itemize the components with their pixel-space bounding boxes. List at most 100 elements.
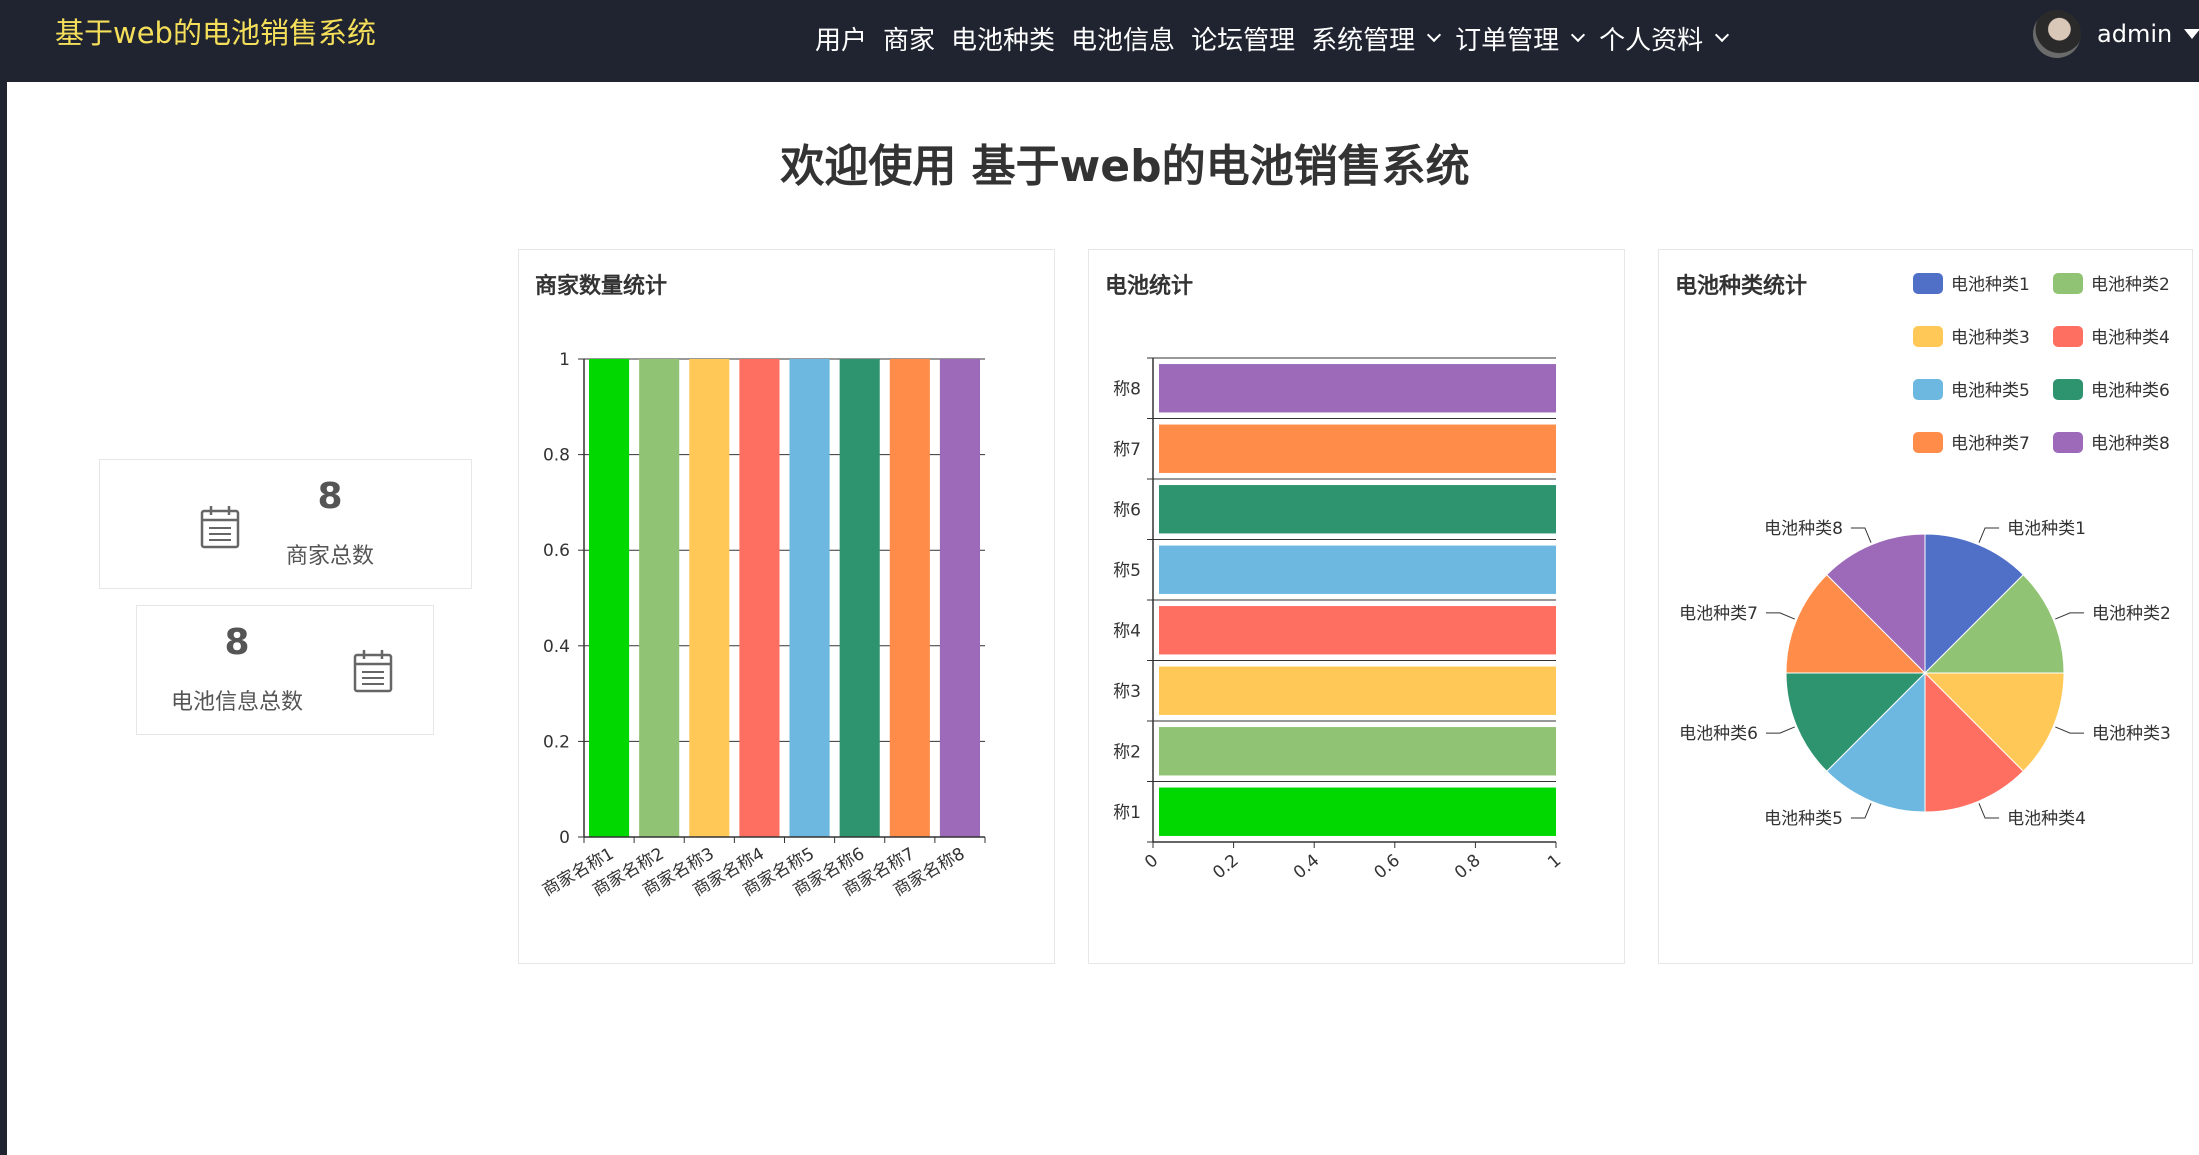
nav-item-forum[interactable]: 论坛管理 [1191,20,1295,57]
nav-item-users[interactable]: 用户 [815,20,867,57]
label-leader [1765,612,1795,620]
label-leader [2055,612,2085,620]
calendar-icon [200,506,240,549]
nav-label: 个人资料 [1599,25,1704,56]
legend-swatch [1913,273,1943,294]
legend-label: 电池种类1 [1951,275,2030,295]
y-tick-label: 0.6 [543,541,570,561]
avatar[interactable] [2033,10,2081,58]
bar [1159,364,1556,413]
legend-swatch [2053,432,2083,453]
legend-label: 电池种类7 [1951,434,2030,454]
calendar-icon [353,650,393,693]
bar [1159,606,1556,655]
chevron-down-icon [1571,27,1586,43]
legend-label: 电池种类4 [2091,328,2170,348]
nav-item-battery-info[interactable]: 电池信息 [1071,20,1175,57]
panel-battery-types: 电池种类统计 电池种类1 电池种类2 电池种类3 电池种类4 电池种类5 电池种类6 电池种… [1658,249,2193,964]
slice-label: 电池种类7 [1679,604,1758,624]
x-tick-label: 0.6 [1370,851,1404,884]
y-tick-label: 称5 [1113,561,1141,581]
y-tick-label: 0.4 [543,637,570,657]
bar [1159,727,1556,776]
y-tick-label: 称1 [1113,803,1141,823]
panel-merchant-count: 商家数量统计 0 0.2 0.4 0.6 0.8 1 商家名称1 商家名称2 商家名称3 商家名称… [518,249,1055,964]
nav-item-orders[interactable]: 订单管理 [1455,20,1586,57]
bar [939,359,980,837]
legend-swatch [2053,273,2083,294]
panel-battery-stats: 电池统计 称1 称2 称3 称4 称5 称6 称7 称8 0 0.2 0.4 0.6 0.8 1 [1088,249,1625,964]
legend-label: 电池种类2 [2091,275,2170,295]
label-leader [1850,527,1872,543]
main-nav: 用户 商家 电池种类 电池信息 论坛管理 系统管理 订单管理 个人资料 [815,14,1743,62]
app-title[interactable]: 基于web的电池销售系统 [55,14,376,52]
bar [789,359,830,837]
y-tick-label: 称3 [1113,682,1141,702]
bar [839,359,880,837]
chevron-down-icon [1427,27,1442,43]
y-tick-label: 称2 [1113,742,1141,762]
legend-label: 电池种类5 [1951,381,2030,401]
slice-label: 电池种类1 [2007,519,2086,539]
legend-swatch [1913,379,1943,400]
legend-label: 电池种类6 [2091,381,2170,401]
bar [689,359,730,837]
bar [589,359,630,837]
battery-bar-chart: 称1 称2 称3 称4 称5 称6 称7 称8 0 0.2 0.4 0.6 0.8 1 [1113,357,1565,884]
label-leader [1978,527,2000,543]
nav-label: 电池种类 [951,25,1056,56]
y-tick-label: 称8 [1113,379,1141,399]
bar [739,359,780,837]
merchant-bar-chart: 00.20.40.60.81商家名称1商家名称2商家名称3商家名称4商家名称5商… [539,350,986,901]
slice-label: 电池种类5 [1764,809,1843,829]
y-tick-label: 称4 [1113,621,1141,641]
y-tick-label: 1 [559,350,570,370]
y-tick-label: 0.2 [543,732,570,752]
nav-item-system[interactable]: 系统管理 [1311,20,1442,57]
stat-card-merchants[interactable]: 8 商家总数 [99,459,472,589]
stat-card-batteries[interactable]: 8 电池信息总数 [136,605,434,735]
x-tick-label: 0.2 [1209,851,1243,884]
battery-type-pie-chart: 电池种类1 电池种类2 电池种类3 电池种类4 电池种类5 电池种类6 电池种类7 电池种类8… [1679,273,2171,829]
bar [1159,787,1556,836]
x-tick-label: 1 [1544,851,1565,873]
legend-label: 电池种类8 [2091,434,2170,454]
label-leader [2055,726,2085,734]
y-tick-label: 称7 [1113,440,1141,460]
nav-item-battery-types[interactable]: 电池种类 [951,20,1055,57]
x-tick-label: 0.8 [1451,851,1485,884]
stat-value: 8 [224,622,250,663]
stat-value: 8 [317,476,343,517]
chevron-down-icon [1715,27,1730,43]
nav-label: 系统管理 [1311,25,1416,56]
nav-label: 电池信息 [1071,25,1176,56]
nav-label: 商家 [883,25,936,56]
top-navbar: 基于web的电池销售系统 用户 商家 电池种类 电池信息 论坛管理 系统管理 订… [0,0,2199,82]
bar [1159,485,1556,534]
bar [889,359,930,837]
legend-label: 电池种类3 [1951,328,2030,348]
bar [1159,666,1556,715]
nav-item-profile[interactable]: 个人资料 [1599,20,1730,57]
stat-label: 电池信息总数 [170,690,303,715]
label-leader [1850,803,1872,819]
label-leader [1765,726,1795,734]
x-tick-label: 0.4 [1290,851,1324,884]
stat-label: 商家总数 [285,544,374,569]
legend-swatch [2053,379,2083,400]
caret-down-icon[interactable] [2184,29,2199,39]
slice-label: 电池种类8 [1764,519,1843,539]
y-tick-label: 0 [559,828,570,848]
slice-label: 电池种类3 [2092,724,2171,744]
bar [1159,424,1556,473]
legend-swatch [2053,326,2083,347]
username[interactable]: admin [2097,20,2172,48]
bar [1159,545,1556,594]
user-menu[interactable]: admin [2033,8,2199,60]
bar [639,359,680,837]
slice-label: 电池种类2 [2092,604,2171,624]
slice-label: 电池种类4 [2007,809,2086,829]
legend-swatch [1913,326,1943,347]
nav-item-merchants[interactable]: 商家 [883,20,935,57]
welcome-heading: 欢迎使用 基于web的电池销售系统 [780,141,1470,192]
